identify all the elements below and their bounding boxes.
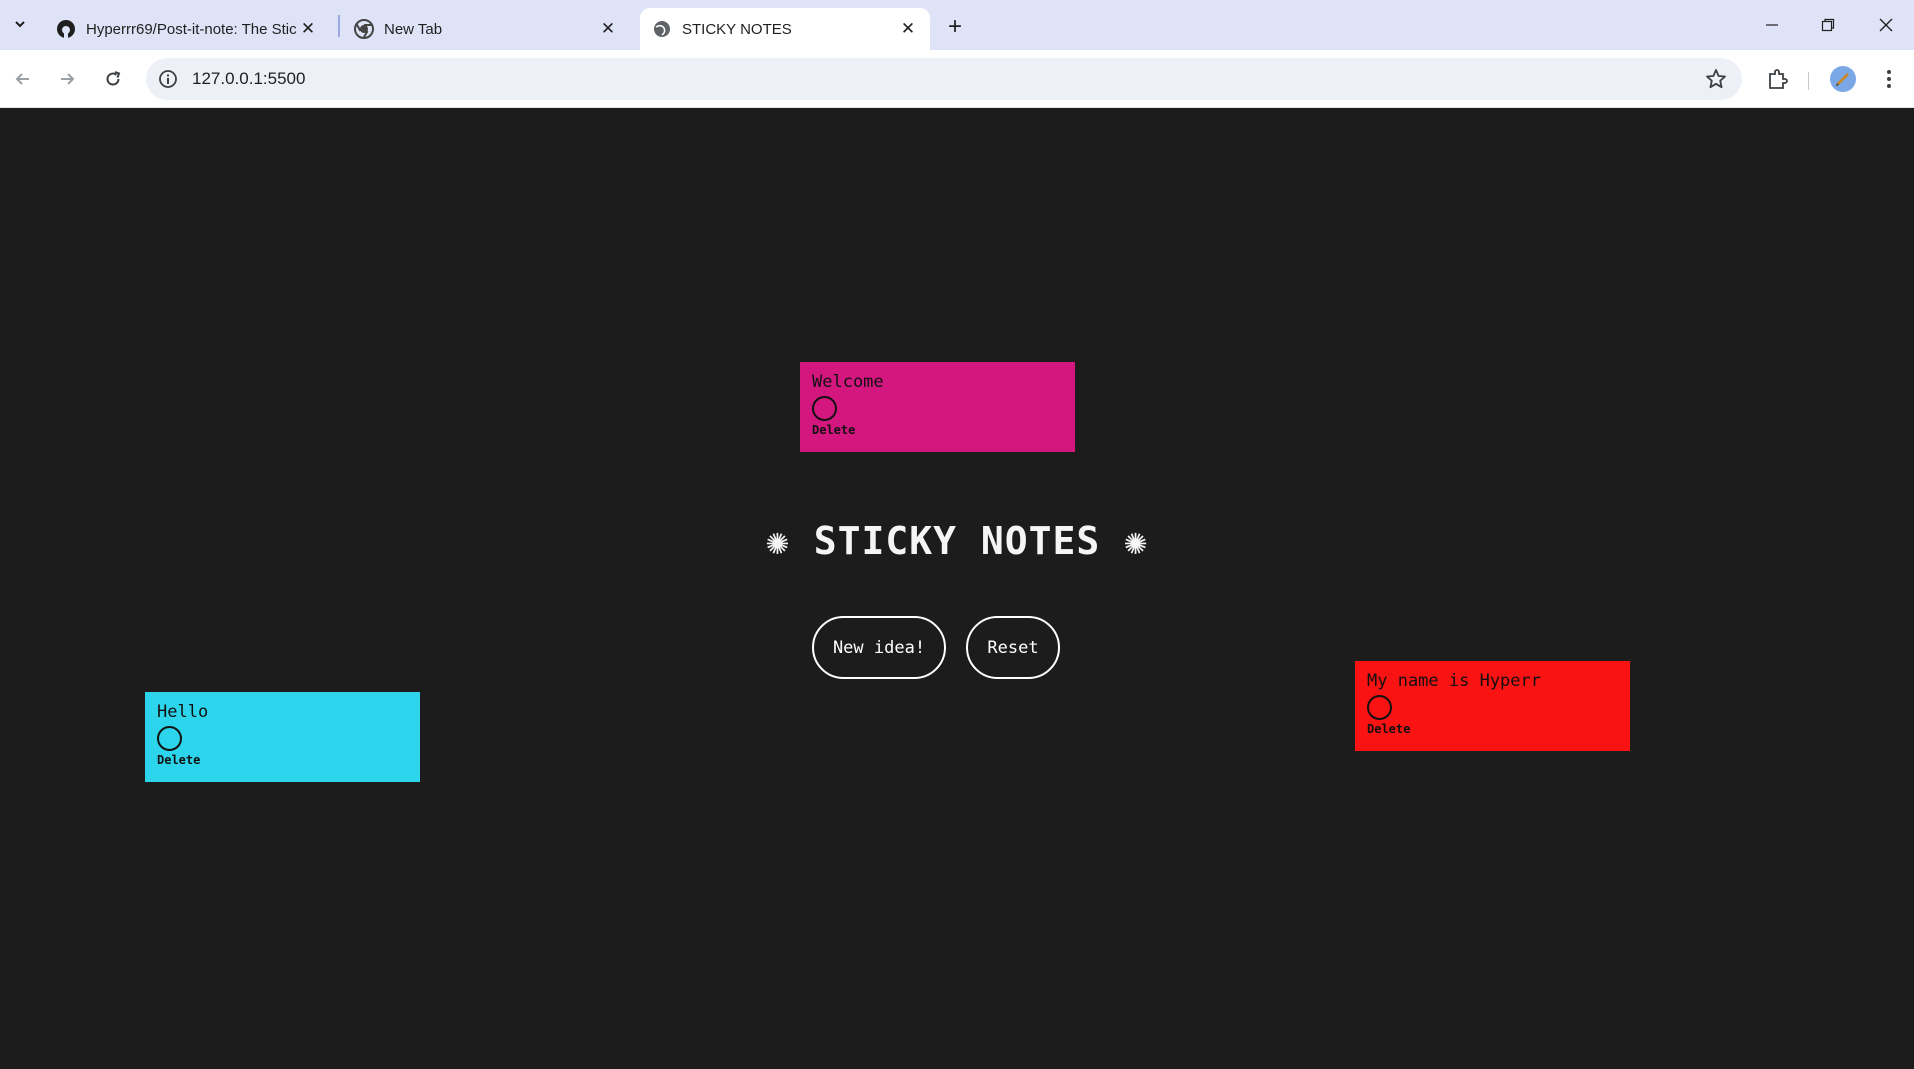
close-icon xyxy=(1879,18,1893,32)
arrow-right-icon xyxy=(61,73,75,85)
sticky-note[interactable]: Hello Delete xyxy=(145,692,420,782)
avatar-icon xyxy=(1836,73,1849,86)
circle-icon[interactable] xyxy=(1367,695,1392,720)
github-icon xyxy=(56,19,76,39)
page-title: ✺ STICKY NOTES ✺ xyxy=(765,519,1149,563)
toolbar-divider xyxy=(1808,72,1809,90)
delete-button[interactable]: Delete xyxy=(1367,722,1618,736)
more-vert-icon xyxy=(1887,70,1891,88)
delete-button[interactable]: Delete xyxy=(157,753,408,767)
close-icon[interactable]: ✕ xyxy=(298,19,318,39)
circle-icon[interactable] xyxy=(157,726,182,751)
chevron-down-icon xyxy=(15,21,25,28)
tab-title: New Tab xyxy=(384,20,443,38)
profile-avatar[interactable] xyxy=(1830,66,1856,92)
page-content: Welcome Delete ✺ STICKY NOTES ✺ New idea… xyxy=(0,109,1914,1069)
reload-icon xyxy=(106,71,121,86)
extensions-icon[interactable] xyxy=(1762,64,1792,94)
tab-strip: Hyperrr69/Post-it-note: The Stic ✕ New T… xyxy=(0,0,1914,50)
bookmark-star-icon[interactable] xyxy=(1704,67,1728,91)
reset-button[interactable]: Reset xyxy=(966,616,1060,679)
tab-github[interactable]: Hyperrr69/Post-it-note: The Stic ✕ xyxy=(44,8,330,50)
circle-icon[interactable] xyxy=(812,396,837,421)
forward-button[interactable] xyxy=(50,62,84,96)
reload-button[interactable] xyxy=(96,62,130,96)
restore-button[interactable] xyxy=(1800,0,1856,50)
close-window-button[interactable] xyxy=(1858,0,1914,50)
tab-new-tab[interactable]: New Tab ✕ xyxy=(342,8,630,50)
back-button[interactable] xyxy=(6,62,40,96)
url-text[interactable]: 127.0.0.1:5500 xyxy=(192,69,305,89)
minimize-icon xyxy=(1766,24,1778,26)
menu-button[interactable] xyxy=(1874,64,1904,94)
tab-sticky-notes[interactable]: STICKY NOTES ✕ xyxy=(640,8,930,50)
chrome-icon xyxy=(354,19,374,39)
note-text[interactable]: Welcome xyxy=(812,372,1063,392)
sticky-note[interactable]: My name is Hyperr Delete xyxy=(1355,661,1630,751)
tab-title: STICKY NOTES xyxy=(682,20,792,38)
new-tab-button[interactable]: + xyxy=(940,12,970,42)
new-idea-button[interactable]: New idea! xyxy=(812,616,946,679)
delete-button[interactable]: Delete xyxy=(812,423,1063,437)
tab-search-button[interactable] xyxy=(6,10,34,38)
note-text[interactable]: My name is Hyperr xyxy=(1367,671,1618,691)
globe-icon xyxy=(652,19,672,39)
tab-title: Hyperrr69/Post-it-note: The Stic xyxy=(86,20,297,38)
close-icon[interactable]: ✕ xyxy=(898,19,918,39)
restore-icon xyxy=(1821,18,1835,32)
sticky-note[interactable]: Welcome Delete xyxy=(800,362,1075,452)
browser-toolbar: 127.0.0.1:5500 xyxy=(0,50,1914,108)
address-bar[interactable]: 127.0.0.1:5500 xyxy=(146,58,1742,100)
info-icon[interactable] xyxy=(158,69,178,89)
minimize-button[interactable] xyxy=(1744,0,1800,50)
note-text[interactable]: Hello xyxy=(157,702,408,722)
plus-icon: + xyxy=(947,13,962,40)
arrow-left-icon xyxy=(15,73,29,85)
tab-divider xyxy=(338,15,340,37)
close-icon[interactable]: ✕ xyxy=(598,19,618,39)
